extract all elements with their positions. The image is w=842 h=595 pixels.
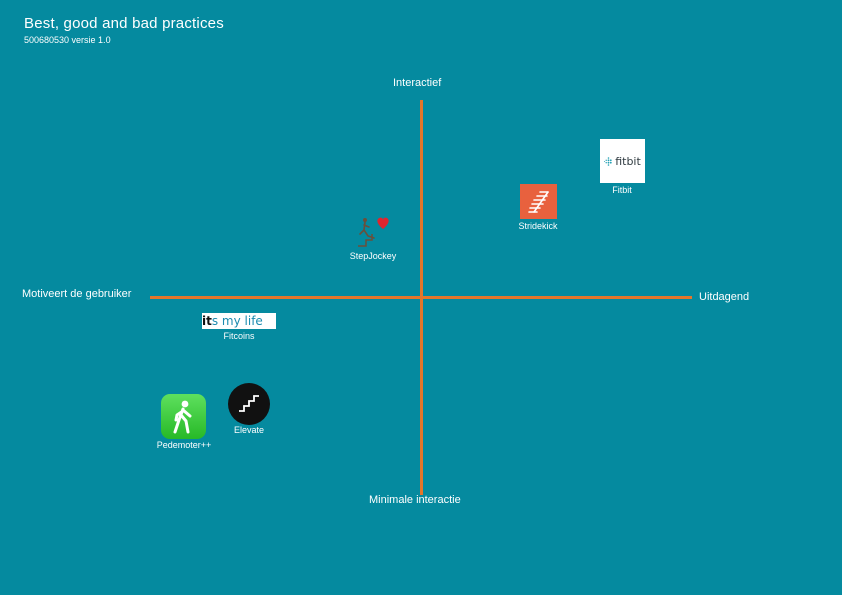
axis-label-bottom: Minimale interactie <box>369 494 461 506</box>
app-name-elevate: Elevate <box>233 425 265 435</box>
stridekick-logo-icon <box>520 184 557 219</box>
axis-label-left: Motiveert de gebruiker <box>22 288 132 300</box>
axis-label-top: Interactief <box>393 77 442 89</box>
page-subtitle: 500680530 versie 1.0 <box>24 35 111 45</box>
app-name-fitcoins: Fitcoins <box>223 331 255 341</box>
app-name-stepjockey: StepJockey <box>349 251 397 261</box>
app-name-stridekick: Stridekick <box>518 221 558 231</box>
app-name-fitbit: Fitbit <box>612 185 632 195</box>
app-name-pedemoter: Pedemoter++ <box>156 440 212 450</box>
walking-person-icon <box>161 394 206 439</box>
itsmylife-logo-icon: its my life <box>202 313 276 329</box>
page-title: Best, good and bad practices <box>24 15 224 32</box>
stairs-icon <box>228 383 270 425</box>
stepjockey-logo-icon <box>356 214 392 248</box>
axis-label-right: Uitdagend <box>699 291 750 303</box>
fitbit-logo-icon: fitbit <box>600 139 645 183</box>
horizontal-axis <box>150 296 692 299</box>
